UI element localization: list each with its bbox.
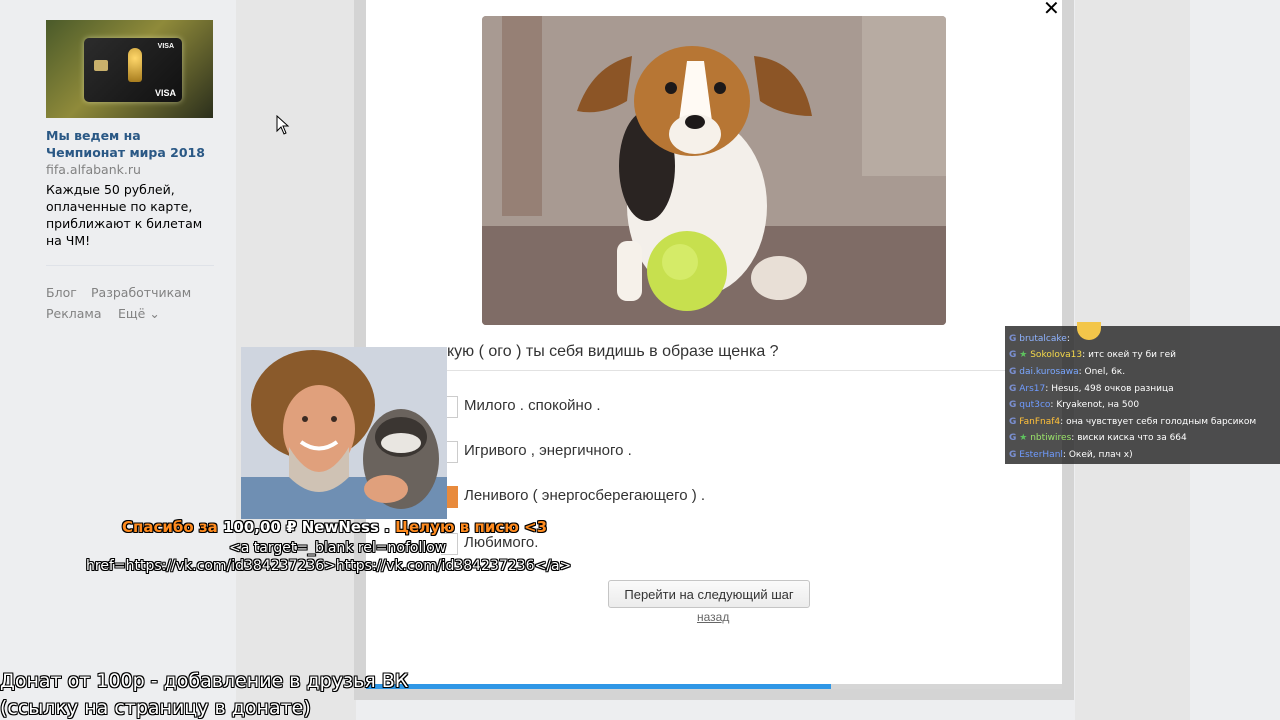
stream-overlay-text-2: (ссылку на страницу в донате) (0, 697, 311, 719)
chat-badge-icon: G (1009, 384, 1017, 394)
chat-message: G ★ Sokolova13: итс окей ту би гей (1009, 350, 1176, 360)
chat-username: FanFnaf4 (1019, 417, 1061, 427)
donation-separator: . (384, 518, 390, 536)
star-icon: ★ (1019, 433, 1028, 443)
chat-username: dai.kurosawa (1019, 367, 1079, 377)
donation-raw-html-line-1: <a target=_blank rel=nofollow (229, 540, 447, 556)
chat-username: qut3co (1019, 400, 1051, 410)
answer-label: Ленивого ( энергосберегающего ) . (464, 487, 706, 504)
beagle-puppy-illustration (482, 16, 946, 325)
close-icon[interactable]: ✕ (1043, 0, 1060, 20)
chat-colon: : (1071, 433, 1075, 443)
chat-username: nbtiwires (1030, 433, 1072, 443)
chat-badge-icon: G (1009, 334, 1017, 344)
footer-link-more[interactable]: Ещё ⌄ (118, 306, 160, 321)
trophy-icon (128, 48, 142, 82)
chat-text: Kryakenot, на 500 (1056, 400, 1140, 410)
chat-text: итс окей ту би гей (1088, 350, 1176, 360)
card-visa-label-top: VISA (157, 43, 174, 50)
chat-text: она чувствует себя голодным барсиком (1066, 417, 1257, 427)
chat-badge-icon: G (1009, 450, 1017, 460)
chat-colon: : (1078, 367, 1082, 377)
chat-colon: : (1062, 450, 1066, 460)
chat-text: Окей, плач х) (1068, 450, 1133, 460)
chat-message: G Ars17: Hesus, 498 очков разница (1009, 384, 1174, 394)
ad-text: Каждые 50 рублей, оплаченные по карте, п… (46, 182, 203, 248)
footer-link-ads[interactable]: Реклама (46, 306, 102, 321)
webcam-image (241, 347, 447, 519)
donation-amount: 100,00 ₽ NewNess (222, 518, 379, 536)
chat-colon: : (1082, 350, 1086, 360)
donation-raw-html-line-2: href=https://vk.com/id384237236>https://… (86, 558, 572, 574)
progress-bar (366, 684, 1062, 689)
card-chip (94, 60, 108, 71)
stream-overlay-text-1: Донат от 100р - добавление в друзья ВК (0, 670, 409, 692)
chat-colon: : (1050, 400, 1054, 410)
next-step-button[interactable]: Перейти на следующий шаг (608, 580, 810, 608)
bank-card-image: VISA VISA (84, 38, 182, 102)
chat-badge-icon: G (1009, 400, 1017, 410)
donation-message: Целую в писю <3 (395, 518, 548, 536)
answer-label: Милого . спокойно . (464, 397, 601, 414)
donation-prefix: Спасибо за (122, 518, 218, 536)
puppy-photo (482, 16, 946, 325)
mouse-cursor-icon (276, 115, 290, 135)
ad-image[interactable]: VISA VISA (46, 20, 213, 118)
chat-username: EsterHanl (1019, 450, 1063, 460)
chat-colon: : (1066, 334, 1070, 344)
divider (46, 265, 214, 266)
ad-domain[interactable]: fifa.alfabank.ru (46, 162, 141, 177)
chat-message: G brutalcake: (1009, 334, 1070, 344)
left-column: VISA VISA Мы ведем на Чемпионат мира 201… (0, 0, 236, 720)
progress-fill (366, 684, 831, 689)
donation-alert: Спасибо за 100,00 ₽ NewNess . Целую в пи… (122, 518, 547, 536)
back-link[interactable]: назад (697, 610, 729, 624)
chat-text: Onel, 6к. (1084, 367, 1126, 377)
chat-badge-icon: G (1009, 433, 1017, 443)
chat-message: G qut3co: Kryakenot, на 500 (1009, 400, 1139, 410)
chat-badge-icon: G (1009, 350, 1017, 360)
question-divider (366, 370, 1006, 371)
chat-text: Hesus, 498 очков разница (1051, 384, 1174, 394)
chat-message: G dai.kurosawa: Onel, 6к. (1009, 367, 1125, 377)
card-visa-label-bottom: VISA (154, 88, 176, 98)
answer-label: Игривого , энергичного . (464, 442, 632, 459)
star-icon: ★ (1019, 350, 1028, 360)
chat-username: Ars17 (1019, 384, 1046, 394)
answer-label: Любимого. (464, 534, 539, 551)
chat-badge-icon: G (1009, 417, 1017, 427)
stream-chat (1005, 326, 1280, 464)
chat-message: G EsterHanl: Окей, плач х) (1009, 450, 1133, 460)
quiz-question: кую ( ого ) ты себя видишь в образе щенк… (447, 343, 779, 360)
streamer-with-raccoon-image (241, 347, 447, 519)
chat-text: виски киска что за 664 (1077, 433, 1187, 443)
footer-link-developers[interactable]: Разработчикам (91, 285, 191, 300)
chat-username: Sokolova13 (1030, 350, 1083, 360)
footer-link-blog[interactable]: Блог (46, 285, 77, 300)
chat-username: brutalcake (1019, 334, 1067, 344)
chat-colon: : (1060, 417, 1064, 427)
chat-message: G FanFnaf4: она чувствует себя голодным … (1009, 417, 1256, 427)
chat-message: G ★ nbtiwires: виски киска что за 664 (1009, 433, 1187, 443)
chat-badge-icon: G (1009, 367, 1017, 377)
chat-colon: : (1045, 384, 1049, 394)
ad-title[interactable]: Мы ведем на Чемпионат мира 2018 (46, 127, 221, 161)
